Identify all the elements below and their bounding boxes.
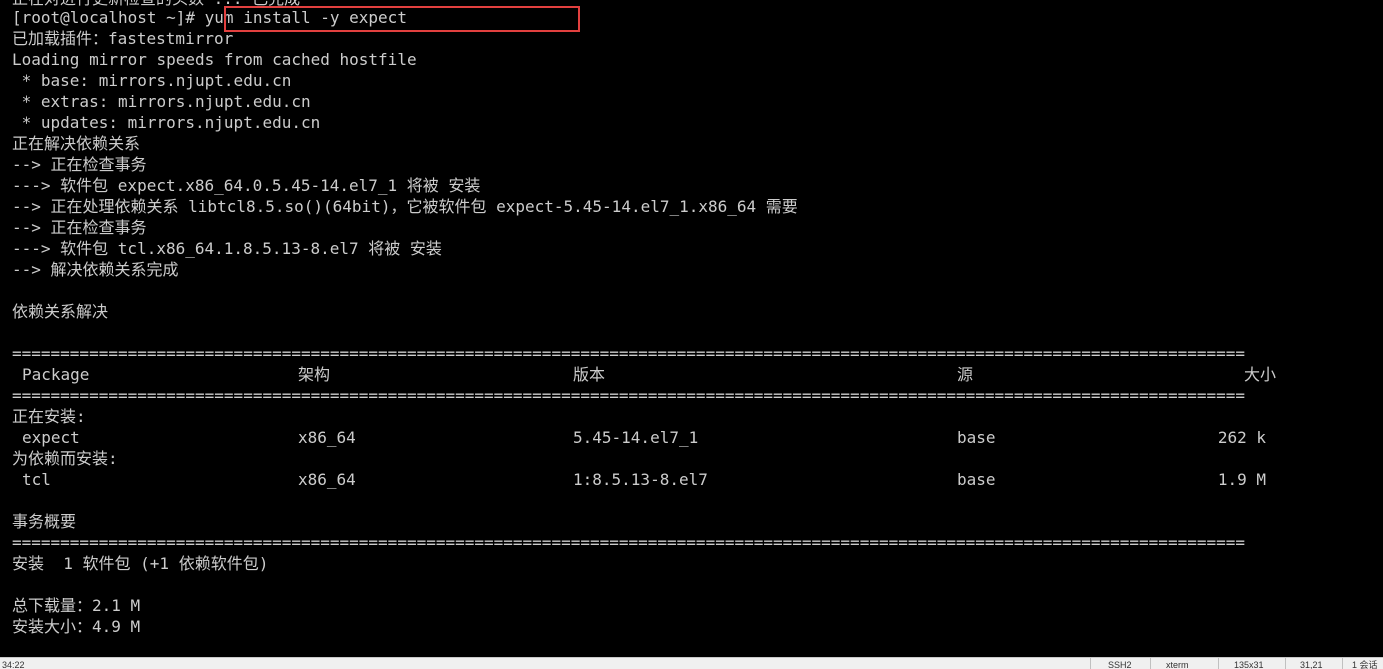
total-download: 总下载量：2.1 M	[12, 596, 141, 615]
header-repo: 源	[957, 365, 974, 384]
command-highlight-box	[224, 6, 580, 32]
status-cursor: 31,21	[1300, 660, 1323, 669]
summary-install: 安装 1 软件包 (+1 依赖软件包)	[12, 554, 269, 573]
terminal-line: --> 正在检查事务	[12, 155, 147, 174]
summary-title: 事务概要	[12, 512, 77, 531]
terminal-line: * updates: mirrors.njupt.edu.cn	[12, 113, 321, 132]
terminal-line: Loading mirror speeds from cached hostfi…	[12, 50, 417, 69]
cell-size: 262 k	[1217, 428, 1266, 447]
header-size: 大小	[1243, 365, 1276, 384]
status-time: 34:22	[2, 660, 25, 669]
cell-repo: base	[957, 428, 996, 447]
terminal-line: ---> 软件包 tcl.x86_64.1.8.5.13-8.el7 将被 安装	[12, 239, 442, 258]
table-header-row: Package 架构 版本 源 大小	[12, 364, 1276, 385]
terminal-line: --> 正在处理依赖关系 libtcl8.5.so()(64bit)，它被软件包…	[12, 197, 798, 216]
terminal-line: 依赖关系解决	[12, 302, 109, 321]
cell-version: 5.45-14.el7_1	[573, 428, 699, 447]
section-installing: 正在安装:	[12, 407, 86, 426]
terminal-line: --> 解决依赖关系完成	[12, 260, 179, 279]
terminal-line: * extras: mirrors.njupt.edu.cn	[12, 92, 311, 111]
status-protocol: SSH2	[1108, 660, 1132, 669]
terminal-line: 正在解决依赖关系	[12, 134, 141, 153]
status-bar: 34:22 SSH2 xterm 135x31 31,21 1 会话	[0, 657, 1383, 669]
table-separator-summary: ========================================…	[12, 533, 1245, 552]
cell-arch: x86_64	[298, 470, 356, 489]
cell-repo: base	[957, 470, 996, 489]
table-row: tcl x86_64 1:8.5.13-8.el7 base 1.9 M	[12, 469, 1266, 490]
table-separator-top: ========================================…	[12, 344, 1245, 363]
terminal-line: --> 正在检查事务	[12, 218, 147, 237]
install-size: 安装大小：4.9 M	[12, 617, 141, 636]
status-term: xterm	[1166, 660, 1189, 669]
status-sessions: 1 会话	[1352, 660, 1378, 669]
cell-size: 1.9 M	[1217, 470, 1266, 489]
cell-arch: x86_64	[298, 428, 356, 447]
header-arch: 架构	[298, 365, 331, 384]
header-package: Package	[22, 365, 90, 384]
terminal-line: ---> 软件包 expect.x86_64.0.5.45-14.el7_1 将…	[12, 176, 481, 195]
header-version: 版本	[573, 365, 606, 384]
table-row: expect x86_64 5.45-14.el7_1 base 262 k	[12, 427, 1266, 448]
terminal-line: 已加载插件：fastestmirror	[12, 29, 234, 48]
terminal-window[interactable]: 正在对进行更新检查的头数 ... 已完成 [root@localhost ~]#…	[0, 0, 1383, 657]
cell-package: tcl	[22, 470, 51, 489]
shell-prompt: [root@localhost ~]#	[12, 8, 205, 27]
section-dependencies: 为依赖而安装:	[12, 449, 118, 468]
table-separator-mid: ========================================…	[12, 386, 1245, 405]
cell-version: 1:8.5.13-8.el7	[573, 470, 708, 489]
status-size: 135x31	[1234, 660, 1264, 669]
terminal-line: * base: mirrors.njupt.edu.cn	[12, 71, 292, 90]
cell-package: expect	[22, 428, 80, 447]
